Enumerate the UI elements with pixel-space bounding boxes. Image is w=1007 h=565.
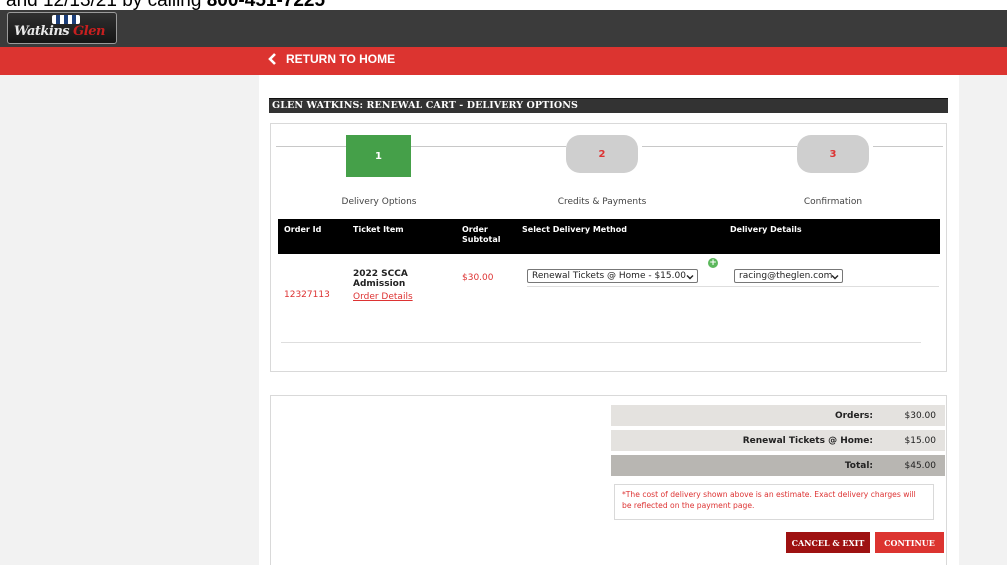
page-title: GLEN WATKINS: RENEWAL CART - DELIVERY OP…	[272, 100, 578, 111]
chevron-down-icon	[831, 275, 839, 280]
order-subtotal: $30.00	[462, 273, 494, 283]
plus-circle-icon[interactable]: +	[708, 258, 718, 268]
summary-orders-row: Orders: $30.00	[611, 405, 945, 426]
delivery-estimate-note: *The cost of delivery shown above is an …	[614, 484, 934, 520]
summary-delivery-row: Renewal Tickets @ Home: $15.00	[611, 430, 945, 451]
ticket-item: 2022 SCCA Admission	[353, 269, 408, 289]
continue-button[interactable]: CONTINUE	[875, 532, 944, 553]
step-1-label: Delivery Options	[341, 197, 417, 207]
col-delivery-details: Delivery Details	[730, 225, 802, 234]
order-summary-panel: Orders: $30.00 Renewal Tickets @ Home: $15…	[270, 395, 947, 565]
summary-total-row: Total: $45.00	[611, 455, 945, 476]
step-1-indicator: 1	[346, 135, 411, 177]
page-title-bar: GLEN WATKINS: RENEWAL CART - DELIVERY OP…	[269, 98, 948, 113]
step-connector	[276, 146, 346, 147]
step-3-label: Confirmation	[803, 197, 863, 207]
top-banner-phone: 800-451-7225	[207, 0, 325, 10]
col-order-subtotal: Order Subtotal	[462, 225, 501, 244]
delivery-method-select[interactable]: Renewal Tickets @ Home - $15.00	[527, 269, 698, 283]
return-bar: RETURN TO HOME	[0, 47, 1007, 75]
step-2-label: Credits & Payments	[557, 197, 647, 207]
chevron-left-icon	[268, 53, 276, 65]
table-bottom-divider	[281, 342, 921, 343]
top-navbar: Watkins Glen	[0, 10, 1007, 47]
col-ticket-item: Ticket Item	[353, 225, 404, 234]
step-connector	[873, 146, 943, 147]
orders-table-header: Order Id Ticket Item Order Subtotal Selec…	[278, 219, 940, 254]
step-connector	[642, 146, 797, 147]
delivery-details-select[interactable]: racing@theglen.com	[734, 269, 843, 283]
row-divider	[527, 286, 939, 287]
step-connector	[411, 146, 566, 147]
cart-container: GLEN WATKINS: RENEWAL CART - DELIVERY OP…	[259, 75, 959, 565]
watkins-glen-logo[interactable]: Watkins Glen	[7, 12, 117, 44]
step-2-indicator: 2	[566, 135, 638, 173]
top-banner-text: and 12/13/21 by calling	[6, 0, 207, 10]
cancel-exit-button[interactable]: CANCEL & EXIT	[786, 532, 870, 553]
col-order-id: Order Id	[284, 225, 322, 234]
return-to-home-label: RETURN TO HOME	[286, 52, 396, 66]
logo-wordmark: Watkins Glen	[14, 24, 105, 39]
order-id: 12327113	[284, 290, 330, 300]
return-to-home-link[interactable]: RETURN TO HOME	[268, 52, 395, 66]
top-banner-cutoff: and 12/13/21 by calling 800-451-7225	[0, 0, 1007, 10]
step-3-indicator: 3	[797, 135, 869, 173]
col-delivery-method: Select Delivery Method	[522, 225, 627, 234]
order-details-link[interactable]: Order Details	[353, 292, 413, 302]
checkered-flag-icon	[52, 15, 80, 24]
delivery-options-panel: 1 2 3 Delivery Options Credits & Payment…	[270, 123, 947, 372]
chevron-down-icon	[686, 275, 694, 280]
